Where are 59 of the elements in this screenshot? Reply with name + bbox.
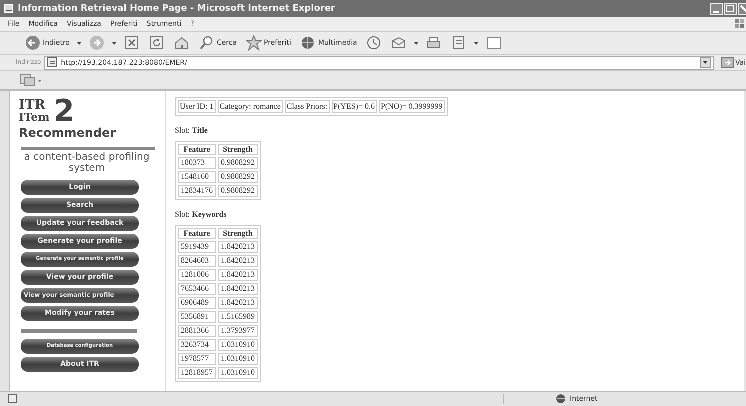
table-cell: 1.0310910	[218, 367, 258, 379]
table-cell: 0.9808292	[218, 171, 258, 183]
table-cell: 1281006	[178, 269, 216, 281]
envelope-icon[interactable]	[391, 35, 408, 51]
column-header: Feature	[178, 144, 216, 155]
table-cell: 1.0310910	[218, 353, 258, 365]
table-cell: 12834176	[178, 185, 216, 197]
table-cell: 8264603	[178, 255, 216, 267]
search-icon	[198, 35, 215, 51]
blank-window-icon[interactable]	[486, 35, 502, 51]
column-header: Strength	[218, 228, 258, 239]
table-cell: 1978577	[178, 353, 216, 365]
table-cell: 180373	[178, 157, 216, 169]
table-cell: 5919439	[178, 241, 216, 253]
window-title: Information Retrieval Home Page - Microsoft Internet Explorer	[18, 4, 336, 14]
dropdown-icon[interactable]	[700, 57, 711, 68]
table-cell: 1.8420213	[218, 297, 258, 309]
tagline: a content-based profiling system	[23, 152, 151, 174]
table-cell: 12818957	[178, 367, 216, 379]
printer-icon[interactable]	[426, 35, 442, 51]
windows-flag-icon	[734, 18, 746, 30]
table-cell: 6906489	[178, 297, 216, 309]
info-cell: Class Priors:	[284, 100, 330, 113]
table-cell: 1548160	[178, 171, 216, 183]
table-cell: 1.3793977	[218, 325, 258, 337]
info-cell: Category: romance	[218, 100, 283, 113]
table-cell: 5356891	[178, 311, 216, 323]
column-header: Feature	[178, 228, 216, 239]
minimize-icon[interactable]	[710, 2, 723, 14]
table-cell: 1.8420213	[218, 241, 258, 253]
info-cell: P(NO)= 0.3999999	[378, 100, 445, 113]
links-icon[interactable]	[20, 73, 36, 87]
table-cell: 2881366	[178, 325, 216, 337]
refresh-icon[interactable]	[148, 35, 165, 51]
table-cell: 3263734	[178, 339, 216, 351]
star-icon	[246, 35, 262, 51]
table-cell: 1.8420213	[218, 255, 258, 267]
logo-text: Recommender	[19, 125, 118, 141]
table-cell: 0.9808292	[218, 157, 258, 169]
stop-icon[interactable]	[124, 35, 140, 51]
maximize-icon[interactable]	[724, 2, 737, 14]
table-cell: 1.0310910	[218, 339, 258, 351]
column-header: Strength	[218, 144, 258, 155]
table-cell: 1.8420213	[218, 283, 258, 295]
home-icon[interactable]	[174, 35, 190, 51]
logo-text: ITem	[19, 112, 50, 124]
table-cell: 1.8420213	[218, 269, 258, 281]
logo-version: 2	[54, 99, 75, 125]
slot-heading: Slot: Title	[175, 126, 208, 135]
info-cell: User ID: 1	[178, 100, 216, 113]
window-icon	[4, 4, 14, 14]
clock-icon[interactable]	[366, 35, 382, 51]
table-cell: 1.5165989	[218, 311, 258, 323]
info-cell: P(YES)= 0.6	[332, 100, 377, 113]
logo-text: ITR	[19, 100, 47, 112]
document-icon[interactable]	[451, 35, 468, 51]
slot-heading: Slot: Keywords	[175, 210, 227, 219]
table-cell: 7653466	[178, 283, 216, 295]
table-cell: 0.9808292	[218, 185, 258, 197]
